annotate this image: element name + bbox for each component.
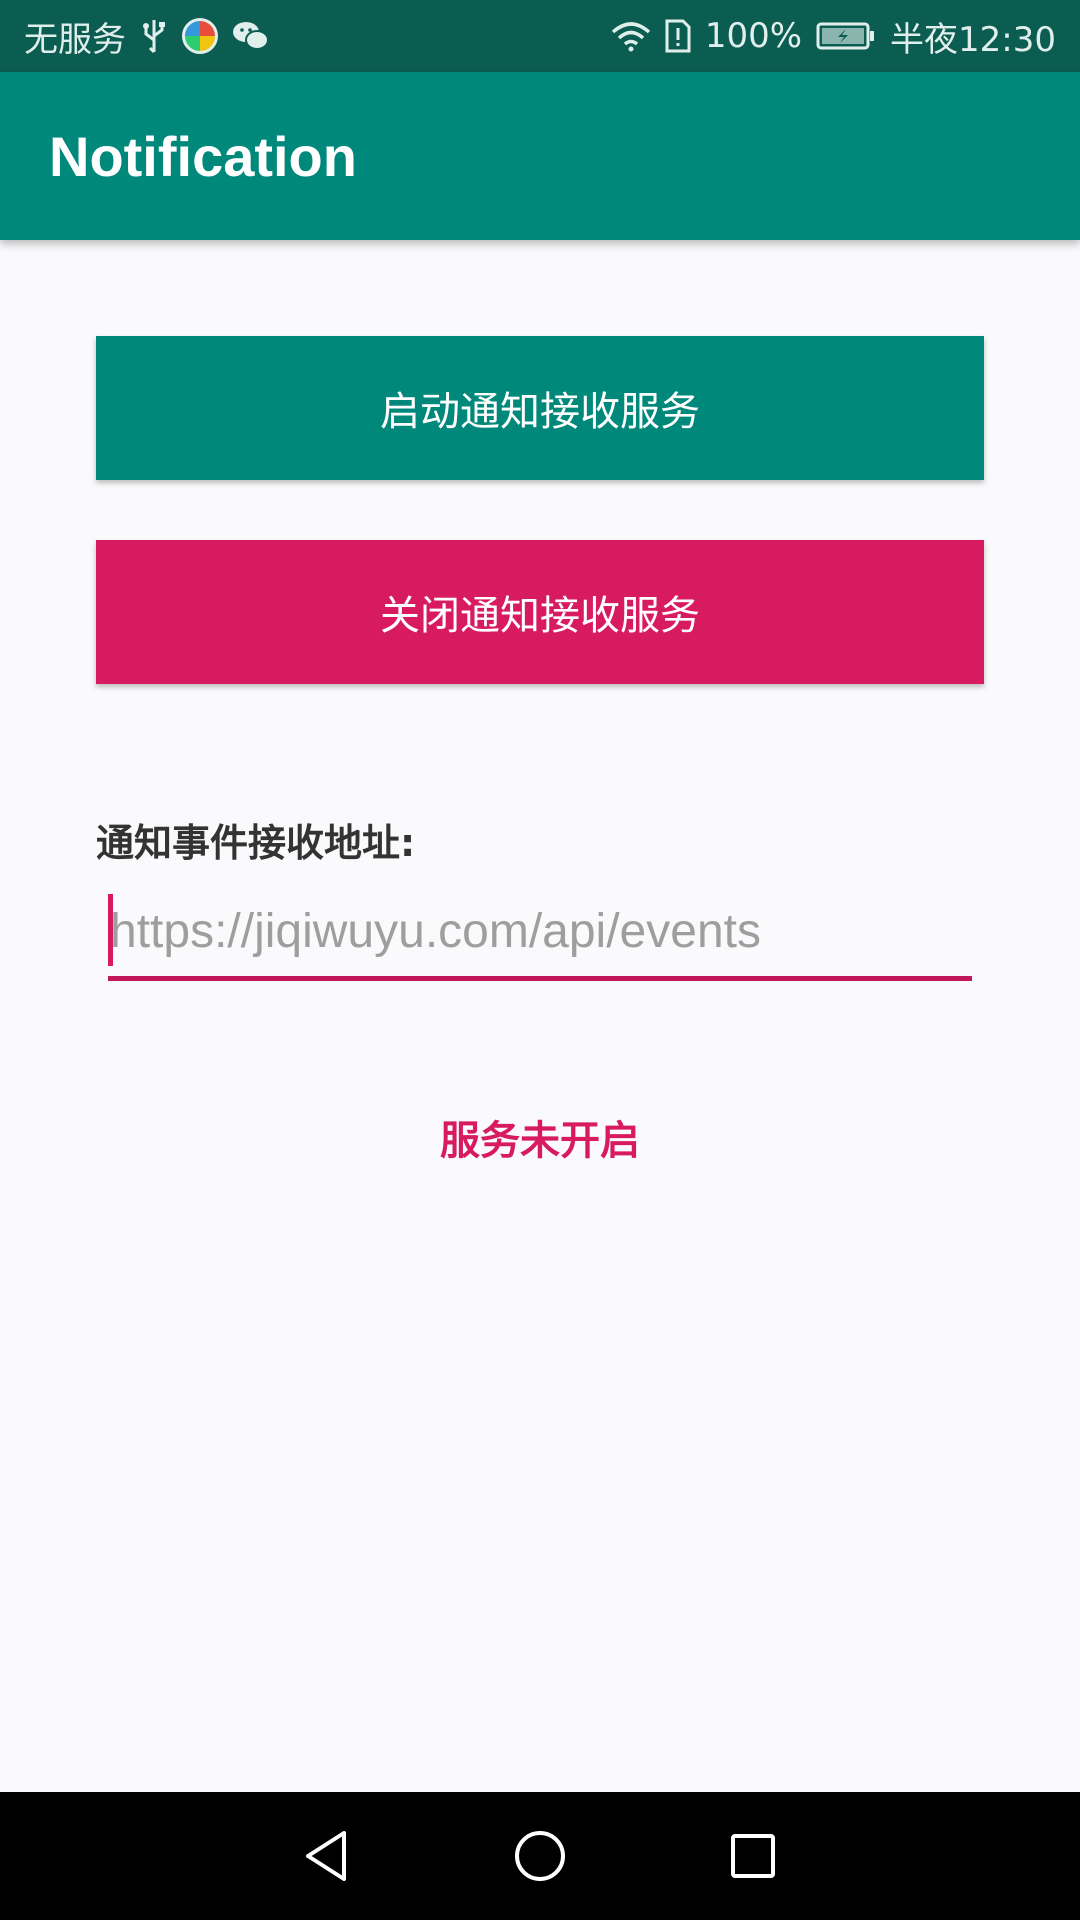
- recents-icon[interactable]: [721, 1824, 785, 1888]
- stop-service-button[interactable]: 关闭通知接收服务: [96, 540, 984, 684]
- status-time: 半夜12:30: [890, 19, 1056, 60]
- input-underline: [108, 976, 972, 981]
- status-left: 无服务: [24, 12, 270, 61]
- home-icon[interactable]: [508, 1824, 572, 1888]
- status-right: 100% 半夜12:30: [611, 12, 1056, 61]
- back-icon[interactable]: [295, 1824, 359, 1888]
- wechat-icon: [232, 20, 270, 52]
- usb-icon: [140, 18, 168, 54]
- wifi-icon: [611, 20, 651, 52]
- sim-alert-icon: [665, 19, 691, 53]
- app-title: Notification: [49, 124, 357, 188]
- navigation-bar: [0, 1792, 1080, 1920]
- main-content: 启动通知接收服务 关闭通知接收服务 通知事件接收地址: 服务未开启: [0, 240, 1080, 1792]
- status-bar: 无服务 100% 半夜12:30: [0, 0, 1080, 72]
- address-field[interactable]: [108, 890, 972, 1018]
- battery-percent: 100%: [704, 16, 803, 56]
- app-bar: Notification: [0, 72, 1080, 240]
- address-input[interactable]: [108, 890, 972, 972]
- battery-charging-icon: [816, 21, 876, 51]
- start-service-button[interactable]: 启动通知接收服务: [96, 336, 984, 480]
- service-status-text: 服务未开启: [440, 1118, 640, 1164]
- browser-icon: [182, 18, 218, 54]
- carrier-text: 无服务: [24, 19, 126, 60]
- address-label: 通知事件接收地址:: [96, 821, 416, 865]
